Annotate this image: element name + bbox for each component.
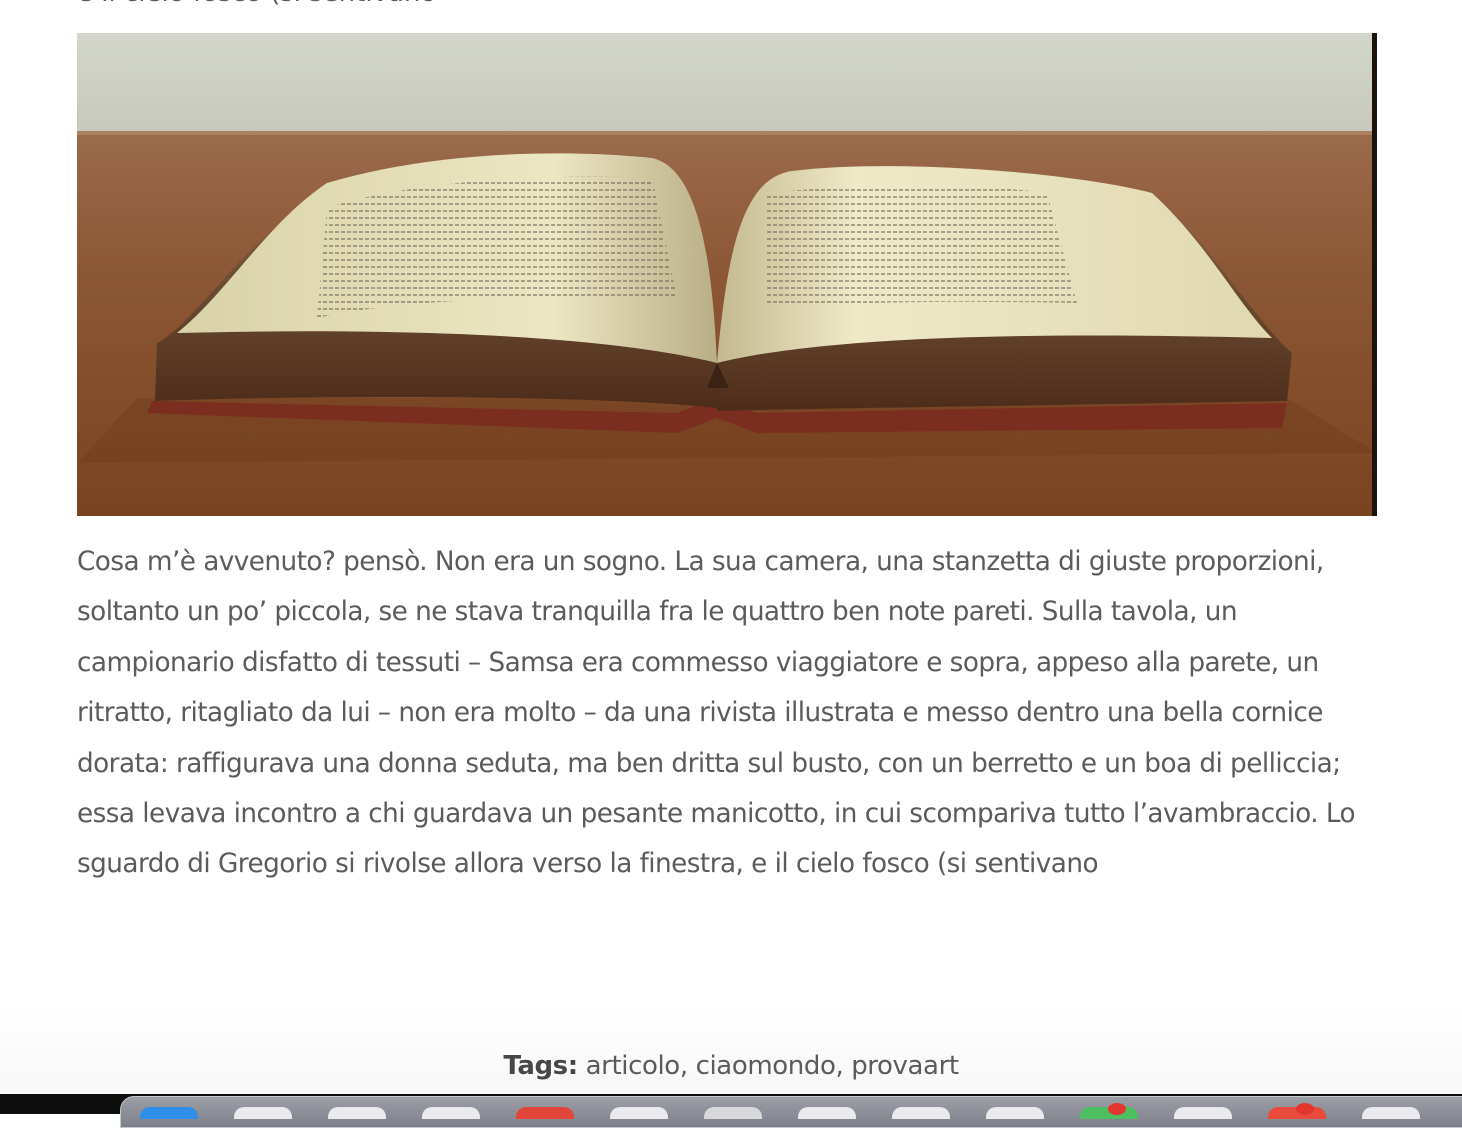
dock-app-app-5-icon[interactable] — [516, 1107, 574, 1119]
dock-badge-icon — [1296, 1103, 1314, 1115]
previous-paragraph-fragment: e il cielo fosco (si sentivano — [77, 0, 436, 8]
dock-app-app-9-icon[interactable] — [892, 1107, 950, 1119]
open-book-photo — [77, 33, 1377, 516]
dock-app-app-12-icon[interactable] — [1174, 1107, 1232, 1119]
dock-app-app-7-icon[interactable] — [704, 1107, 762, 1119]
tag-separator: , — [679, 1051, 696, 1081]
dock-app-app-10-icon[interactable] — [986, 1107, 1044, 1119]
dock-app-app-2-icon[interactable] — [234, 1107, 292, 1119]
dock — [120, 1096, 1462, 1128]
dock-app-app-6-icon[interactable] — [610, 1107, 668, 1119]
article-image — [77, 33, 1377, 516]
article-body: Cosa m’è avvenuto? pensò. Non era un sog… — [77, 547, 1356, 880]
tag-link-articolo[interactable]: articolo — [586, 1051, 681, 1081]
dock-app-app-14-icon[interactable] — [1362, 1107, 1420, 1119]
dock-badge-icon — [1108, 1103, 1126, 1115]
tags-label: Tags: — [503, 1051, 578, 1081]
tags-line: Tags: articolo, ciaomondo, provaart — [0, 1044, 1462, 1088]
tag-separator: , — [835, 1051, 852, 1081]
tag-link-provaart[interactable]: provaart — [851, 1051, 959, 1081]
dock-app-app-8-icon[interactable] — [798, 1107, 856, 1119]
dock-app-app-3-icon[interactable] — [328, 1107, 386, 1119]
dock-app-finder-icon[interactable] — [140, 1107, 198, 1119]
tag-link-ciaomondo[interactable]: ciaomondo — [696, 1051, 836, 1081]
dock-app-app-4-icon[interactable] — [422, 1107, 480, 1119]
